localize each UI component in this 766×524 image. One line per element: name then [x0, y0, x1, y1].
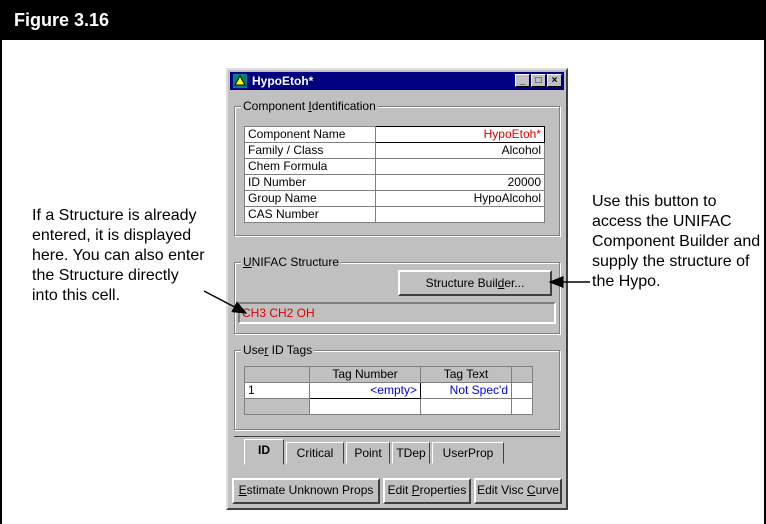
callout-arrows — [203, 276, 590, 314]
left-callout-arrow — [203, 290, 248, 314]
